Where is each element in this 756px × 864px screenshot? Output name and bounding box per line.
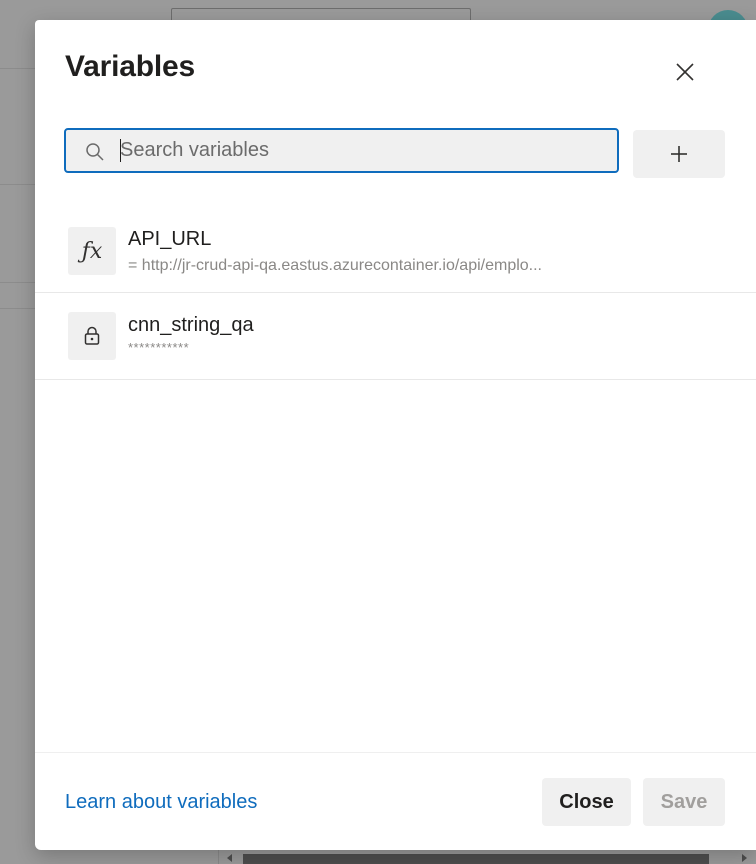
variable-value: = http://jr-crud-api-qa.eastus.azurecont… xyxy=(128,257,542,274)
background-scrollbar xyxy=(218,850,756,864)
footer-divider xyxy=(35,752,756,753)
search-icon xyxy=(85,142,105,162)
variable-value-masked: *********** xyxy=(128,340,190,355)
background-divider xyxy=(0,68,36,69)
variable-name: cnn_string_qa xyxy=(128,314,254,336)
variable-list: ƒx API_URL = http://jr-crud-api-qa.eastu… xyxy=(35,208,756,380)
variable-name: API_URL xyxy=(128,228,212,250)
fx-icon: ƒx xyxy=(68,227,116,275)
close-icon[interactable] xyxy=(671,58,699,86)
scroll-right-icon xyxy=(742,854,747,862)
search-input[interactable] xyxy=(120,130,600,171)
background-divider xyxy=(0,282,36,283)
scroll-left-icon xyxy=(227,854,232,862)
plus-icon xyxy=(671,146,687,162)
background-divider xyxy=(0,308,36,309)
background-divider xyxy=(0,184,36,185)
variables-dialog: Variables ƒx API_URL = http://jr-cru xyxy=(35,20,756,850)
variable-row-api-url[interactable]: ƒx API_URL = http://jr-crud-api-qa.eastu… xyxy=(35,208,756,293)
scrollbar-thumb xyxy=(243,854,709,864)
variable-row-cnn-string-qa[interactable]: cnn_string_qa *********** xyxy=(35,293,756,380)
dialog-title: Variables xyxy=(65,50,195,83)
learn-about-variables-link[interactable]: Learn about variables xyxy=(65,791,257,814)
search-box[interactable] xyxy=(64,128,619,173)
lock-icon xyxy=(68,312,116,360)
text-caret xyxy=(120,139,121,162)
save-button[interactable]: Save xyxy=(643,778,725,826)
close-button[interactable]: Close xyxy=(542,778,631,826)
add-variable-button[interactable] xyxy=(633,130,725,178)
